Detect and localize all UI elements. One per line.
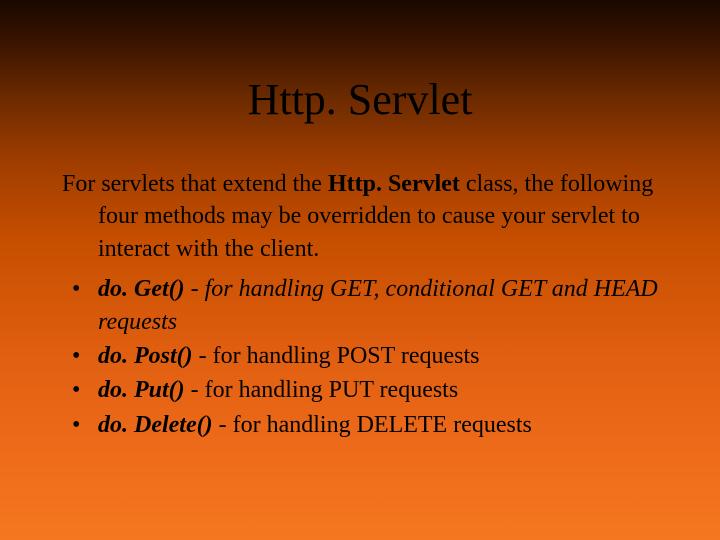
intro-paragraph: For servlets that extend the Http. Servl… <box>62 168 658 265</box>
slide-body: For servlets that extend the Http. Servl… <box>62 168 658 443</box>
list-item: do. Put() - for handling PUT requests <box>62 374 658 406</box>
method-desc-plain: - <box>185 276 205 302</box>
slide: Http. Servlet For servlets that extend t… <box>0 0 720 540</box>
intro-before: For servlets that extend the <box>62 171 328 197</box>
intro-bold: Http. Servlet <box>328 171 460 197</box>
method-name: do. Get() <box>98 276 185 302</box>
list-item: do. Post() - for handling POST requests <box>62 340 658 372</box>
method-name: do. Post() <box>98 343 193 369</box>
list-item: do. Delete() - for handling DELETE reque… <box>62 409 658 441</box>
method-desc-plain: - for handling PUT requests <box>185 377 459 403</box>
method-name: do. Put() <box>98 377 185 403</box>
method-desc-plain: - for handling DELETE requests <box>213 412 532 438</box>
method-name: do. Delete() <box>98 412 213 438</box>
bullet-list: do. Get() - for handling GET, conditiona… <box>62 273 658 441</box>
method-desc-plain: - for handling POST requests <box>193 343 480 369</box>
list-item: do. Get() - for handling GET, conditiona… <box>62 273 658 338</box>
slide-title: Http. Servlet <box>0 74 720 125</box>
